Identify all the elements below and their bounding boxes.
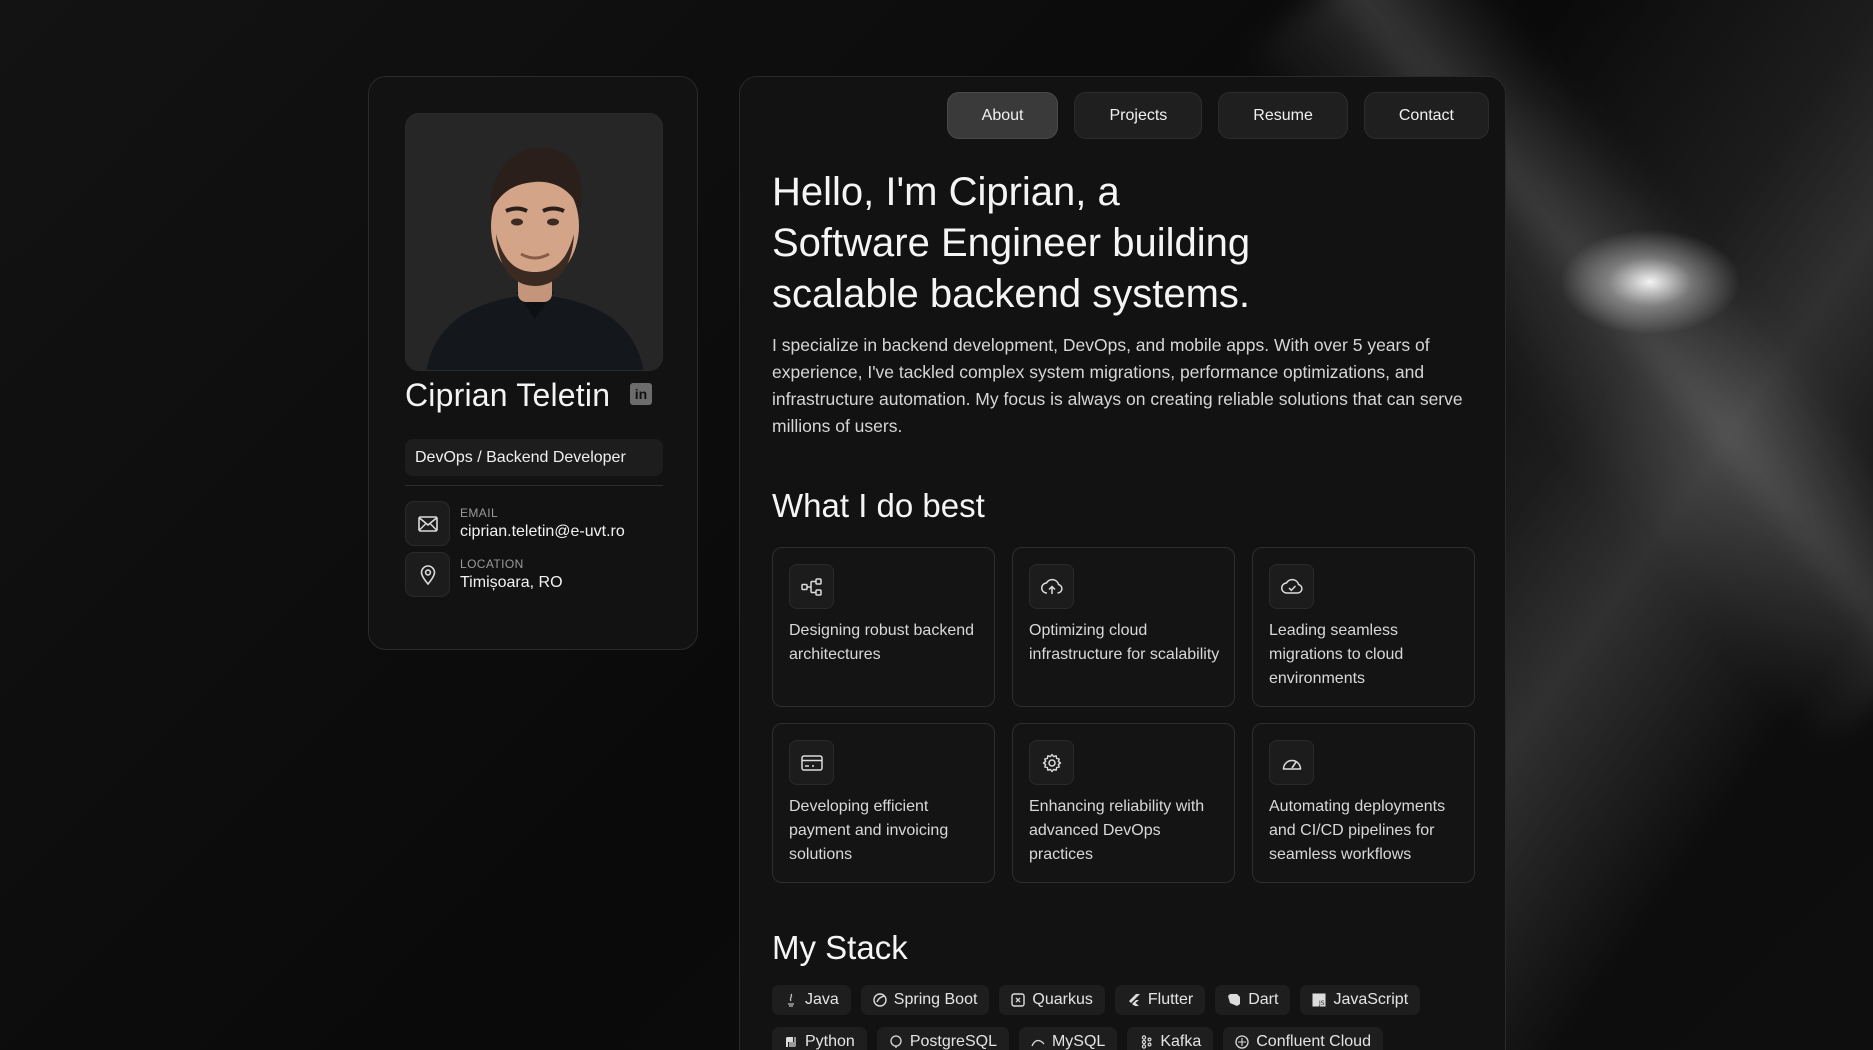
nav-projects[interactable]: Projects	[1074, 92, 1203, 139]
python-icon	[784, 1035, 798, 1049]
divider	[405, 485, 663, 486]
stack-chip-label: PostgreSQL	[909, 1033, 997, 1050]
skill-card: Leading seamless migrations to cloud env…	[1252, 547, 1475, 707]
location-row: LOCATION Timișoara, RO	[405, 552, 663, 598]
stack-heading: My Stack	[772, 929, 908, 966]
stack-chip: Dart	[1215, 985, 1291, 1015]
map-pin-icon	[405, 552, 450, 597]
linkedin-icon[interactable]: in	[630, 383, 652, 405]
profile-name: Ciprian Teletin	[405, 377, 611, 413]
stack-chip-label: Quarkus	[1032, 991, 1093, 1008]
java-icon	[784, 993, 798, 1007]
skill-text: Enhancing reliability with advanced DevO…	[1029, 798, 1205, 863]
confluent-icon	[1235, 1035, 1249, 1049]
avatar	[405, 113, 663, 371]
skill-text: Leading seamless migrations to cloud env…	[1269, 622, 1404, 687]
cloud-upload-icon	[1029, 564, 1074, 609]
dart-icon	[1227, 993, 1241, 1007]
stack-chip: Python	[772, 1027, 867, 1050]
stack-chip-label: Python	[805, 1033, 855, 1050]
skills-heading: What I do best	[772, 487, 985, 524]
gauge-icon	[1269, 740, 1314, 785]
stack-chip: MySQL	[1018, 1027, 1118, 1050]
stack-chip-label: Confluent Cloud	[1256, 1033, 1371, 1050]
nav-resume[interactable]: Resume	[1218, 92, 1348, 139]
postgresql-icon	[889, 1035, 903, 1049]
quarkus-icon	[1011, 993, 1026, 1007]
stack-chip: JS JavaScript	[1300, 985, 1421, 1015]
skill-card: Automating deployments and CI/CD pipelin…	[1252, 723, 1475, 883]
hero-title: Hello, I'm Ciprian, a Software Engineer …	[772, 167, 1332, 320]
email-link[interactable]: ciprian.teletin@e-uvt.ro	[460, 523, 625, 541]
email-label: EMAIL	[460, 506, 499, 520]
stack-chip: PostgreSQL	[876, 1027, 1009, 1050]
top-nav: About Projects Resume Contact	[946, 92, 1489, 139]
hero-title-line-3: scalable backend systems.	[772, 272, 1251, 316]
kafka-icon	[1139, 1035, 1153, 1049]
hero-description: I specialize in backend development, Dev…	[772, 335, 1463, 436]
spring-icon	[873, 993, 887, 1007]
mysql-icon	[1031, 1035, 1045, 1049]
nav-about[interactable]: About	[946, 92, 1059, 139]
javascript-icon: JS	[1312, 993, 1326, 1007]
skills-grid: Designing robust backend architectures O…	[772, 547, 1475, 883]
cloud-check-icon	[1269, 564, 1314, 609]
email-row: EMAIL ciprian.teletin@e-uvt.ro	[405, 501, 663, 547]
stack-chip: Confluent Cloud	[1223, 1027, 1383, 1050]
gear-icon	[1029, 740, 1074, 785]
avatar-portrait	[406, 114, 662, 370]
credit-card-icon	[789, 740, 834, 785]
location-label: LOCATION	[460, 557, 524, 571]
skill-text: Automating deployments and CI/CD pipelin…	[1269, 798, 1446, 863]
architecture-icon	[789, 564, 834, 609]
hero-title-line-1: Hello, I'm Ciprian, a	[772, 170, 1120, 214]
role-badge: DevOps / Backend Developer	[405, 439, 663, 476]
stack-chip-label: Spring Boot	[893, 991, 978, 1008]
stack-chip-label: MySQL	[1051, 1033, 1106, 1050]
stack-chip-label: Dart	[1248, 991, 1279, 1008]
stack-chip: Flutter	[1114, 985, 1206, 1015]
stack-chip-label: JavaScript	[1333, 991, 1409, 1008]
location-value: Timișoara, RO	[460, 574, 563, 591]
skill-card: Enhancing reliability with advanced DevO…	[1012, 723, 1235, 883]
skill-card: Optimizing cloud infrastructure for scal…	[1012, 547, 1235, 707]
skill-text: Developing efficient payment and invoici…	[789, 798, 949, 863]
hero-title-line-2: Software Engineer building	[772, 221, 1251, 265]
stack-chip: Quarkus	[999, 985, 1105, 1015]
stack-list: Java Spring Boot Quarkus Flutter Dart JS…	[772, 985, 1472, 1050]
stack-chip-label: Java	[805, 991, 839, 1008]
flutter-icon	[1127, 993, 1141, 1007]
main-card: About Projects Resume Contact Hello, I'm…	[739, 76, 1506, 1050]
profile-card: Ciprian Teletin in DevOps / Backend Deve…	[368, 76, 698, 650]
skill-text: Optimizing cloud infrastructure for scal…	[1029, 622, 1220, 663]
nav-contact[interactable]: Contact	[1363, 92, 1489, 139]
skill-text: Designing robust backend architectures	[789, 622, 975, 663]
skill-card: Designing robust backend architectures	[772, 547, 995, 707]
svg-text:JS: JS	[1318, 1000, 1325, 1007]
mail-icon	[405, 501, 450, 546]
stack-chip: Spring Boot	[860, 985, 990, 1015]
skill-card: Developing efficient payment and invoici…	[772, 723, 995, 883]
stack-chip: Java	[772, 985, 851, 1015]
stack-chip: Kafka	[1127, 1027, 1214, 1050]
stack-chip-label: Kafka	[1160, 1033, 1202, 1050]
stack-chip-label: Flutter	[1147, 991, 1194, 1008]
